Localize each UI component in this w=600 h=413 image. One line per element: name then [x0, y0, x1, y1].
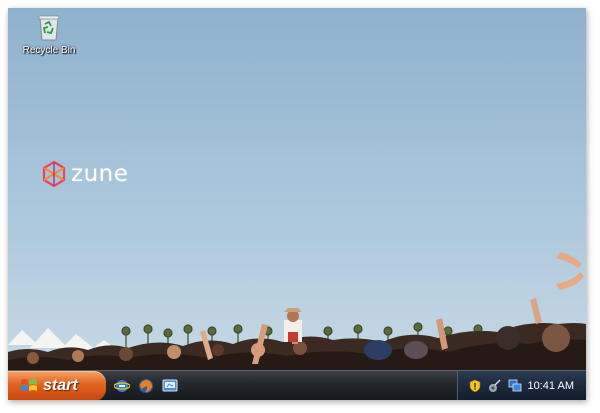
internet-explorer-icon[interactable] — [114, 378, 130, 394]
security-shield-icon[interactable] — [468, 379, 482, 393]
clock[interactable]: 10:41 AM — [528, 380, 574, 392]
recycle-bin-icon — [38, 15, 60, 41]
zune-logo-icon — [42, 160, 66, 188]
quick-launch — [114, 378, 178, 394]
recycle-bin-label: Recycle Bin — [22, 45, 76, 56]
show-desktop-icon[interactable] — [162, 378, 178, 394]
zune-logo: zune — [40, 160, 128, 188]
taskbar: start 10:41 AM — [8, 370, 586, 400]
start-label: start — [43, 377, 78, 394]
windows-icon[interactable] — [508, 379, 522, 393]
desktop-icon-recycle-bin[interactable]: Recycle Bin — [16, 12, 82, 56]
firefox-icon[interactable] — [138, 378, 154, 394]
screen: Recycle Bin zune start 10:41 AM — [8, 8, 586, 400]
desktop[interactable]: Recycle Bin zune — [8, 8, 586, 370]
network-icon[interactable] — [488, 379, 502, 393]
windows-flag-icon — [21, 379, 37, 391]
start-button[interactable]: start — [8, 371, 106, 400]
crowd-scene — [8, 252, 586, 370]
zune-wordmark: zune — [71, 161, 129, 187]
system-tray: 10:41 AM — [457, 371, 586, 400]
